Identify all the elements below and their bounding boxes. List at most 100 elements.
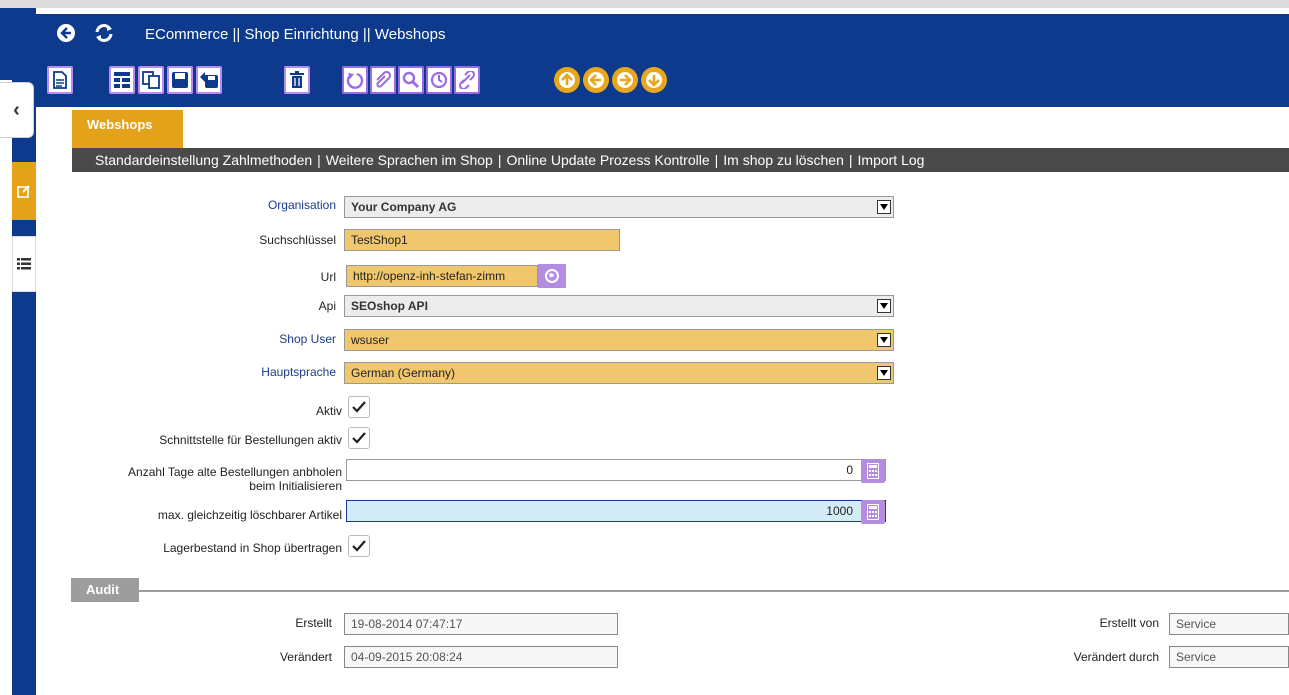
aktiv-checkbox[interactable] (348, 396, 370, 418)
back-arrow-icon[interactable] (55, 22, 77, 44)
audit-section-header[interactable]: Audit (71, 578, 139, 602)
copy-icon (142, 71, 160, 89)
hauptsprache-select[interactable]: German (Germany) (344, 362, 894, 384)
erstellt-label: Erstellt (295, 616, 332, 630)
refresh-icon[interactable] (93, 22, 115, 44)
arrow-down-icon (646, 72, 662, 88)
anzahl-tage-label-line1: Anzahl Tage alte Bestellungen anbholen (128, 465, 342, 479)
calculator-icon (867, 463, 879, 479)
api-label: Api (318, 299, 336, 313)
save-new-icon (200, 72, 218, 88)
suchschluessel-input[interactable]: TestShop1 (344, 229, 620, 251)
api-value: SEOshop API (351, 299, 428, 313)
anzahl-tage-label-line2: beim Initialisieren (249, 479, 342, 493)
subnav-link-zahlmethoden[interactable]: Standardeinstellung Zahlmethoden (95, 152, 312, 168)
erstellt-von-field: Service (1169, 613, 1289, 635)
anzahl-tage-label: Anzahl Tage alte Bestellungen anbholen b… (32, 465, 342, 493)
grid-edit-button[interactable] (109, 66, 135, 94)
calculator-icon (867, 504, 879, 520)
tab-webshops[interactable]: Webshops (72, 110, 183, 148)
anzahl-tage-input[interactable]: 0 (346, 459, 886, 481)
app-window: ‹ ECommerce || Shop Einrichtung || Websh… (0, 0, 1289, 695)
lagerbestand-label: Lagerbestand in Shop übertragen (163, 541, 342, 555)
checkmark-icon (352, 401, 366, 413)
shop-user-select[interactable]: wsuser (344, 329, 894, 351)
subnav-separator: | (317, 152, 321, 168)
edit-icon (17, 185, 30, 198)
aktiv-label: Aktiv (315, 404, 342, 418)
next-record-button[interactable] (612, 67, 638, 93)
last-record-button[interactable] (641, 67, 667, 93)
undo-button[interactable] (342, 66, 368, 94)
attachment-icon (376, 71, 392, 88)
veraendert-field: 04-09-2015 20:08:24 (344, 646, 618, 668)
organisation-value: Your Company AG (351, 200, 457, 214)
subnav-link-loeschen[interactable]: Im shop zu löschen (723, 152, 844, 168)
collapse-sidebar-button[interactable]: ‹ (0, 82, 34, 138)
history-icon (430, 71, 448, 89)
new-document-button[interactable] (47, 66, 73, 94)
search-icon (402, 71, 420, 89)
open-url-button[interactable] (538, 264, 566, 288)
checkmark-icon (352, 432, 366, 444)
link-icon (458, 71, 476, 89)
subnav-separator: | (848, 152, 853, 168)
previous-record-button[interactable] (583, 67, 609, 93)
schnittstelle-label: Schnittstelle für Bestellungen aktiv (159, 433, 342, 447)
subnav-link-update-kontrolle[interactable]: Online Update Prozess Kontrolle (507, 152, 710, 168)
shop-user-value: wsuser (351, 333, 390, 347)
hauptsprache-value: German (Germany) (351, 366, 456, 380)
globe-icon (545, 269, 559, 283)
list-icon (17, 258, 31, 270)
link-button[interactable] (454, 66, 480, 94)
max-loeschbar-label: max. gleichzeitig löschbarer Artikel (157, 508, 342, 522)
breadcrumb-title: ECommerce || Shop Einrichtung || Webshop… (145, 26, 446, 43)
organisation-label[interactable]: Organisation (26, 198, 336, 212)
save-new-button[interactable] (196, 66, 222, 94)
veraendert-durch-field: Service (1169, 646, 1289, 668)
erstellt-field: 19-08-2014 07:47:17 (344, 613, 618, 635)
schnittstelle-checkbox[interactable] (348, 427, 370, 449)
hauptsprache-label[interactable]: Hauptsprache (26, 365, 336, 379)
suchschluessel-label: Suchschlüssel (259, 233, 336, 247)
arrow-up-icon (559, 72, 575, 88)
erstellt-von-label: Erstellt von (1099, 616, 1159, 630)
url-label: Url (320, 270, 336, 284)
copy-button[interactable] (138, 66, 164, 94)
audit-divider (139, 590, 1289, 592)
max-loeschbar-input[interactable]: 1000 (346, 500, 886, 522)
history-button[interactable] (426, 66, 452, 94)
chevron-left-icon: ‹ (13, 98, 20, 121)
grid-edit-icon (114, 72, 130, 88)
attachment-button[interactable] (370, 66, 396, 94)
first-record-button[interactable] (554, 67, 580, 93)
dropdown-arrow-icon (877, 299, 891, 313)
subnav-bar: Standardeinstellung Zahlmethoden | Weitere… (72, 148, 1289, 172)
top-strip (0, 0, 1289, 8)
dropdown-arrow-icon (877, 366, 891, 380)
arrow-right-icon (617, 72, 633, 88)
veraendert-label: Verändert (279, 650, 332, 664)
arrow-left-icon (588, 72, 604, 88)
save-button[interactable] (167, 66, 193, 94)
shop-user-label[interactable]: Shop User (26, 332, 336, 346)
api-select[interactable]: SEOshop API (344, 295, 894, 317)
delete-icon (290, 71, 304, 88)
undo-icon (346, 72, 364, 89)
left-sidebar-panel (0, 80, 12, 695)
lagerbestand-checkbox[interactable] (348, 535, 370, 557)
subnav-link-sprachen[interactable]: Weitere Sprachen im Shop (326, 152, 493, 168)
dropdown-arrow-icon (877, 200, 891, 214)
subnav-separator: | (497, 152, 502, 168)
calculator-button[interactable] (861, 459, 885, 483)
dropdown-arrow-icon (877, 333, 891, 347)
checkmark-icon (352, 540, 366, 552)
organisation-select[interactable]: Your Company AG (344, 196, 894, 218)
delete-button[interactable] (284, 66, 310, 94)
save-icon (172, 72, 188, 88)
url-input[interactable]: http://openz-inh-stefan-zimm (346, 265, 538, 287)
new-document-icon (53, 71, 67, 89)
subnav-link-import-log[interactable]: Import Log (858, 152, 925, 168)
search-button[interactable] (398, 66, 424, 94)
calculator-button[interactable] (861, 500, 885, 524)
